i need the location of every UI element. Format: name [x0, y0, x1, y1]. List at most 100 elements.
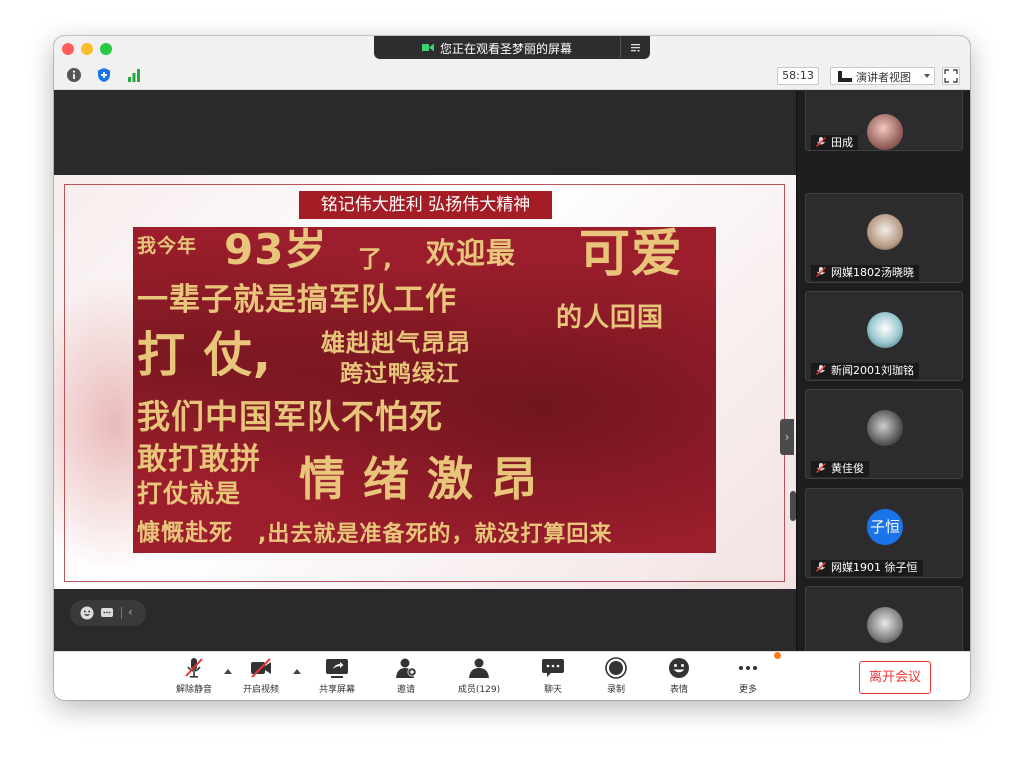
slide-headline: 铭记伟大胜利 弘扬伟大精神 — [299, 191, 552, 219]
record-button[interactable]: 录制 — [585, 657, 647, 697]
banner-divider — [620, 37, 621, 58]
poster-image: 我今年 93岁 了, 欢迎最 可爱 一辈子就是搞军队工作 的人回国 打 仗, 雄… — [133, 227, 716, 553]
reaction-toolbar: ‹ — [70, 600, 146, 626]
participant-name: 黄佳俊 — [811, 461, 869, 477]
mic-muted-icon — [816, 463, 826, 473]
collapse-menu-icon[interactable] — [629, 41, 642, 54]
poster-text: 打仗就是 — [137, 479, 242, 508]
chat-icon — [542, 659, 564, 677]
poster-text: 欢迎最 — [426, 236, 517, 270]
fullscreen-button[interactable] — [942, 67, 960, 85]
more-button[interactable]: 更多 — [717, 657, 779, 697]
meeting-timer: 58:13 — [777, 67, 819, 85]
meeting-toolbar: 58:13 演讲者视图 — [54, 60, 970, 90]
mic-muted-icon — [185, 658, 203, 678]
emoji-icon — [669, 658, 689, 678]
participant-panel: 田成 网媒1802汤晓晓 新闻2001刘珈铭 黄佳俊 子恒 网媒1901 徐子恒 — [796, 91, 970, 651]
members-button[interactable]: 成员(129) — [448, 657, 510, 697]
members-label: 成员(129) — [457, 685, 501, 695]
participant-avatar — [867, 114, 903, 150]
participant-name: 田成 — [811, 135, 858, 150]
poster-text: 情 绪 激 昂 — [299, 452, 539, 506]
view-mode-dropdown[interactable]: 演讲者视图 — [830, 67, 935, 85]
video-off-icon — [251, 658, 271, 678]
chat-button[interactable]: 聊天 — [522, 657, 584, 697]
reaction-divider — [121, 607, 122, 619]
share-banner-text: 您正在观看圣梦丽的屏幕 — [440, 42, 573, 56]
poster-text: 我们中国军队不怕死 — [137, 397, 443, 436]
shield-icon[interactable] — [96, 67, 112, 83]
reactions-button[interactable]: 表情 — [648, 657, 710, 697]
leave-meeting-button[interactable]: 离开会议 — [859, 661, 931, 694]
participant-avatar — [867, 410, 903, 446]
participant-avatar — [867, 214, 903, 250]
panel-toggle-handle[interactable]: › — [780, 419, 794, 455]
share-screen-button[interactable]: 共享屏幕 — [306, 657, 368, 697]
participant-name: 网媒1901 徐子恒 — [811, 560, 923, 576]
record-label: 录制 — [606, 685, 625, 695]
record-icon — [605, 657, 627, 679]
participant-name: 新闻2001刘珈铭 — [811, 363, 919, 379]
view-mode-label: 演讲者视图 — [856, 71, 911, 84]
info-icon[interactable] — [66, 67, 82, 83]
chat-label: 聊天 — [543, 685, 562, 695]
poster-text: 跨过鸭绿江 — [340, 361, 460, 387]
invite-icon — [396, 658, 417, 678]
poster-text: 我今年 — [137, 235, 198, 257]
reactions-label: 表情 — [669, 685, 688, 695]
participant-tile[interactable]: 新闻2001刘珈铭 — [805, 291, 963, 381]
zoom-window-button[interactable] — [100, 43, 112, 55]
poster-text: ,出去就是准备死的，就没打算回来 — [258, 522, 613, 547]
close-window-button[interactable] — [62, 43, 74, 55]
share-screen-label: 共享屏幕 — [318, 685, 355, 695]
mic-muted-icon — [816, 137, 826, 147]
emoji-icon[interactable] — [80, 606, 94, 620]
shared-screen-content: 铭记伟大胜利 弘扬伟大精神 我今年 93岁 了, 欢迎最 可爱 一辈子就是搞军队… — [54, 175, 796, 589]
title-bar: 您正在观看圣梦丽的屏幕 — [54, 36, 970, 60]
participant-initials-avatar: 子恒 — [867, 509, 903, 545]
participant-tile[interactable]: 网媒1802汤晓晓 — [805, 193, 963, 283]
participant-name: 网媒1802汤晓晓 — [811, 265, 919, 281]
video-options-caret[interactable] — [293, 669, 301, 674]
share-screen-icon — [326, 659, 348, 678]
members-icon — [469, 658, 489, 678]
poster-text: 敢打敢拼 — [137, 442, 261, 477]
mic-muted-icon — [816, 365, 826, 375]
poster-text: 雄赳赳气昂昂 — [321, 329, 471, 357]
unmute-button[interactable]: 解除静音 — [163, 657, 225, 697]
speaker-view-icon — [838, 71, 852, 82]
meeting-window: 您正在观看圣梦丽的屏幕 58:13 演讲者视图 铭记伟大胜利 弘扬伟大精神 我今… — [54, 36, 970, 700]
poster-text: 一辈子就是搞军队工作 — [137, 282, 457, 318]
participant-avatar — [867, 312, 903, 348]
invite-button[interactable]: 邀请 — [375, 657, 437, 697]
unmute-label: 解除静音 — [175, 685, 212, 695]
poster-text: 93岁 — [224, 227, 328, 274]
poster-text: 可爱 — [579, 227, 684, 284]
signal-bars-icon[interactable] — [126, 67, 142, 83]
shared-screen-stage: 铭记伟大胜利 弘扬伟大精神 我今年 93岁 了, 欢迎最 可爱 一辈子就是搞军队… — [54, 91, 796, 651]
minimize-window-button[interactable] — [81, 43, 93, 55]
participant-avatar — [867, 607, 903, 643]
share-banner: 您正在观看圣梦丽的屏幕 — [374, 36, 650, 59]
participant-tile[interactable]: 田成 — [805, 91, 963, 151]
mic-muted-icon — [816, 562, 826, 572]
participant-tile[interactable] — [805, 586, 963, 651]
poster-text: 了, — [358, 245, 394, 273]
notification-dot — [774, 652, 781, 659]
mic-muted-icon — [816, 267, 826, 277]
meeting-controls: 解除静音 开启视频 共享屏幕 邀请 成员(129) 聊天 录制 表情 更多 离开… — [54, 651, 970, 700]
fullscreen-icon — [944, 69, 958, 83]
participant-tile[interactable]: 子恒 网媒1901 徐子恒 — [805, 488, 963, 578]
start-video-label: 开启视频 — [242, 685, 279, 695]
chat-bubble-icon[interactable] — [100, 606, 114, 620]
screen-share-icon — [422, 43, 434, 52]
poster-text: 慷慨赴死 — [137, 520, 233, 546]
poster-text: 的人回国 — [556, 303, 665, 333]
poster-text: 打 仗, — [137, 327, 272, 383]
invite-label: 邀请 — [396, 685, 415, 695]
participant-tile[interactable]: 黄佳俊 — [805, 389, 963, 479]
more-label: 更多 — [738, 685, 757, 695]
more-icon — [739, 666, 757, 670]
chevron-left-icon[interactable]: ‹ — [128, 605, 133, 619]
start-video-button[interactable]: 开启视频 — [230, 657, 292, 697]
